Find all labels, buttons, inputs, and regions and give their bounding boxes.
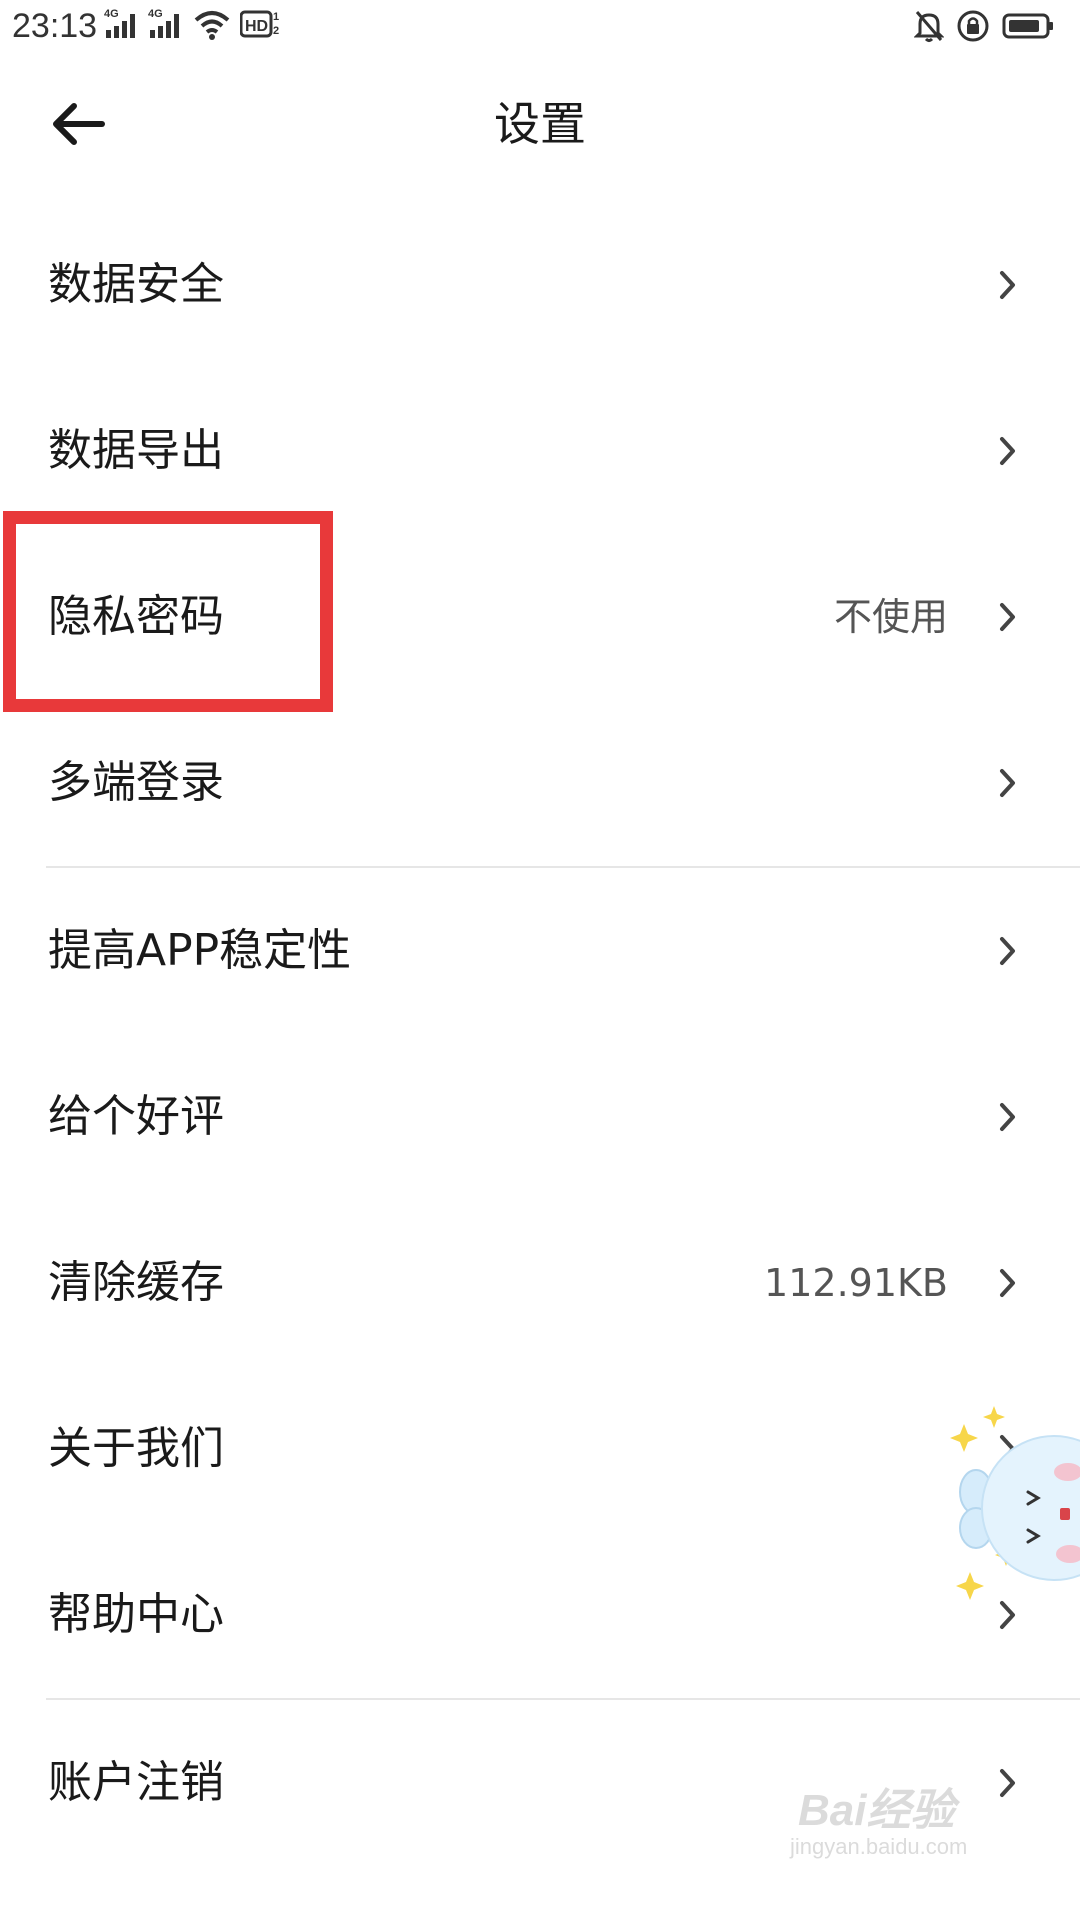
settings-item-data-security[interactable]: 数据安全 [0,202,1080,368]
settings-item-label: 帮助中心 [48,1589,224,1640]
settings-item-label: 数据安全 [48,259,224,310]
floating-mascot-icon[interactable] [950,1404,1080,1644]
status-time: 23:13 [12,7,98,45]
rotation-lock-icon [956,9,990,47]
highlight-box [3,511,333,712]
settings-item-multi-device-login[interactable]: 多端登录 [0,700,1080,866]
chevron-right-icon [1000,437,1015,465]
chevron-right-icon [1000,769,1015,797]
bell-muted-icon [913,9,945,47]
chevron-right-icon [1000,271,1015,299]
settings-item-value: 不使用 [833,595,948,639]
watermark: Bai经验 jingyan.baidu.com [790,1774,1020,1874]
page-title: 设置 [494,97,586,151]
svg-text:1: 1 [273,11,279,23]
signal-icon: 4G [104,6,140,44]
settings-item-clear-cache[interactable]: 清除缓存 112.91KB [0,1200,1080,1366]
hd-icon: HD 1 2 [239,6,284,44]
chevron-right-icon [1000,1103,1015,1131]
settings-list: 数据安全 数据导出 隐私密码 不使用 多端登录 提高APP稳定性 给个好评 清除… [0,202,1080,1866]
chevron-right-icon [1000,1269,1015,1297]
settings-item-improve-stability[interactable]: 提高APP稳定性 [0,868,1080,1034]
settings-item-value: 112.91KB [764,1261,948,1305]
settings-item-rate-app[interactable]: 给个好评 [0,1034,1080,1200]
svg-text:HD: HD [245,18,268,35]
status-icons-right [913,8,1054,48]
header: 设置 [0,64,1080,188]
battery-icon [1002,12,1054,44]
settings-item-label: 数据导出 [48,425,224,476]
wifi-icon [192,8,232,44]
settings-item-label: 给个好评 [48,1091,224,1142]
watermark-logo: Bai经验 [798,1786,955,1835]
settings-item-label: 账户注销 [48,1757,224,1808]
status-bar: 23:13 4G 4G HD 1 2 [0,0,1080,54]
settings-item-label: 提高APP稳定性 [48,925,352,976]
signal-icon: 4G [148,6,184,44]
watermark-url: jingyan.baidu.com [790,1834,968,1859]
chevron-right-icon [1000,603,1015,631]
svg-text:4G: 4G [104,8,119,20]
status-icons-left: 4G 4G HD 1 2 [104,8,284,44]
settings-item-data-export[interactable]: 数据导出 [0,368,1080,534]
chevron-right-icon [1000,937,1015,965]
settings-item-label: 多端登录 [48,757,224,808]
settings-item-label: 关于我们 [48,1423,224,1474]
svg-text:2: 2 [273,25,279,37]
settings-item-about-us[interactable]: 关于我们 [0,1366,1080,1532]
settings-item-help-center[interactable]: 帮助中心 [0,1532,1080,1698]
svg-text:4G: 4G [148,8,163,20]
settings-item-label: 清除缓存 [48,1257,224,1308]
